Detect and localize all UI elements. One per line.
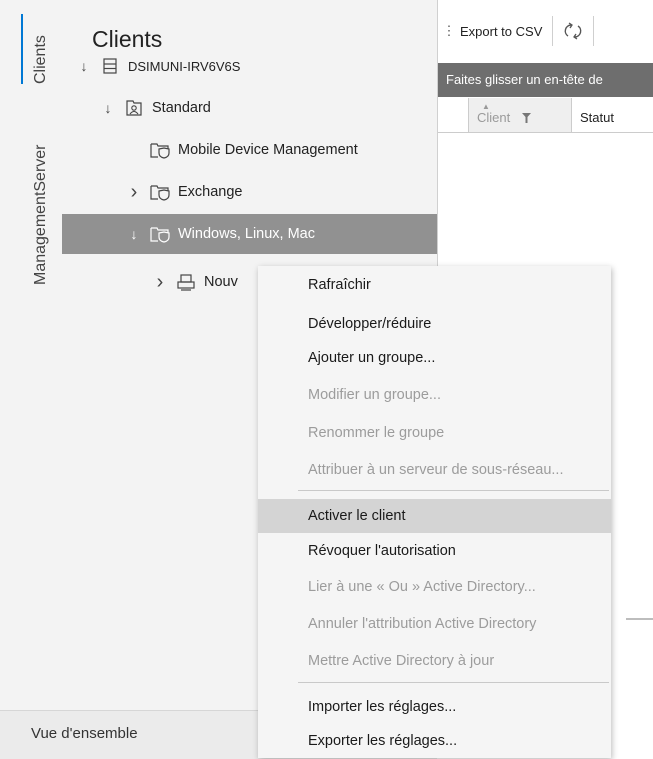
tree-node-label: Windows, Linux, Mac xyxy=(178,226,315,242)
menu-item-add-group[interactable]: Ajouter un groupe... xyxy=(258,341,611,375)
tree-node-label: Standard xyxy=(152,100,211,116)
tree-node-label: Mobile Device Management xyxy=(178,142,358,158)
column-header-label: Client xyxy=(477,110,511,125)
expand-arrow-icon[interactable]: › xyxy=(124,181,144,204)
folder-shield-icon xyxy=(150,182,170,202)
menu-item-update-ad: Mettre Active Directory à jour xyxy=(308,653,495,669)
menu-item-link-ad-ou: Lier à une « Ou » Active Directory... xyxy=(308,579,536,595)
tab-management-server[interactable]: ManagementServer xyxy=(32,144,50,285)
column-header-statut[interactable]: Statut xyxy=(580,98,614,138)
group-by-drop-area[interactable]: Faites glisser un en-tête de xyxy=(438,63,653,97)
sort-arrow-icon: ▲ xyxy=(482,102,490,111)
tree-node-mdm[interactable]: Mobile Device Management xyxy=(124,130,437,170)
nav-overview[interactable]: Vue d'ensemble xyxy=(31,725,138,742)
filter-icon[interactable] xyxy=(522,110,531,128)
collapse-arrow-icon[interactable]: ↓ xyxy=(74,58,94,74)
menu-separator xyxy=(298,682,609,683)
toolbar-grip-icon: ⋮ xyxy=(442,23,456,38)
menu-item-activate-client[interactable]: Activer le client xyxy=(258,499,611,533)
menu-separator xyxy=(298,490,609,491)
toolbar-separator xyxy=(552,16,554,46)
tree-node-label: DSIMUNI-IRV6V6S xyxy=(128,58,241,74)
tree-node-server[interactable]: ↓ DSIMUNI-IRV6V6S xyxy=(74,46,437,86)
menu-item-import-settings[interactable]: Importer les réglages... xyxy=(258,690,611,724)
tree-node-windows-linux-mac[interactable]: ↓ Windows, Linux, Mac xyxy=(62,214,437,254)
toolbar-separator xyxy=(593,16,595,46)
menu-item-refresh[interactable]: Rafraîchir xyxy=(258,268,611,302)
group-icon xyxy=(124,98,144,118)
tab-clients[interactable]: Clients xyxy=(32,35,50,84)
collapse-arrow-icon[interactable]: ↓ xyxy=(98,100,118,116)
menu-item-rename-group: Renommer le groupe xyxy=(308,425,445,441)
menu-item-revoke-authorization[interactable]: Révoquer l'autorisation xyxy=(258,534,611,568)
menu-item-export-settings[interactable]: Exporter les réglages... xyxy=(258,724,611,758)
computers-icon xyxy=(176,272,196,292)
menu-item-cancel-ad-assignment: Annuler l'attribution Active Directory xyxy=(308,616,537,632)
toolbar: ⋮ Export to CSV xyxy=(438,12,604,50)
menu-item-edit-group: Modifier un groupe... xyxy=(308,387,441,403)
tree-node-exchange[interactable]: › Exchange xyxy=(124,172,437,212)
folder-shield-icon xyxy=(150,140,170,160)
folder-shield-icon xyxy=(150,224,170,244)
context-menu: Rafraîchir Développer/réduire Ajouter un… xyxy=(258,266,611,758)
menu-item-assign-subnet-server: Attribuer à un serveur de sous-réseau... xyxy=(308,462,564,478)
tree-node-label: Nouv xyxy=(204,274,238,290)
horizontal-scrollbar[interactable] xyxy=(626,618,653,620)
vertical-tab-strip: Clients ManagementServer xyxy=(0,0,62,710)
tree-node-label: Exchange xyxy=(178,184,243,200)
menu-item-expand-collapse[interactable]: Développer/réduire xyxy=(258,307,611,341)
active-tab-indicator xyxy=(21,14,23,84)
tree-node-standard[interactable]: ↓ Standard xyxy=(98,88,437,128)
grid-column-header-row: Client ▲ Statut xyxy=(438,98,653,133)
server-icon xyxy=(100,56,120,76)
collapse-arrow-icon[interactable]: ↓ xyxy=(124,226,144,242)
export-csv-button[interactable]: Export to CSV xyxy=(460,24,542,39)
expand-arrow-icon[interactable]: › xyxy=(150,271,170,294)
refresh-icon[interactable] xyxy=(563,22,583,40)
